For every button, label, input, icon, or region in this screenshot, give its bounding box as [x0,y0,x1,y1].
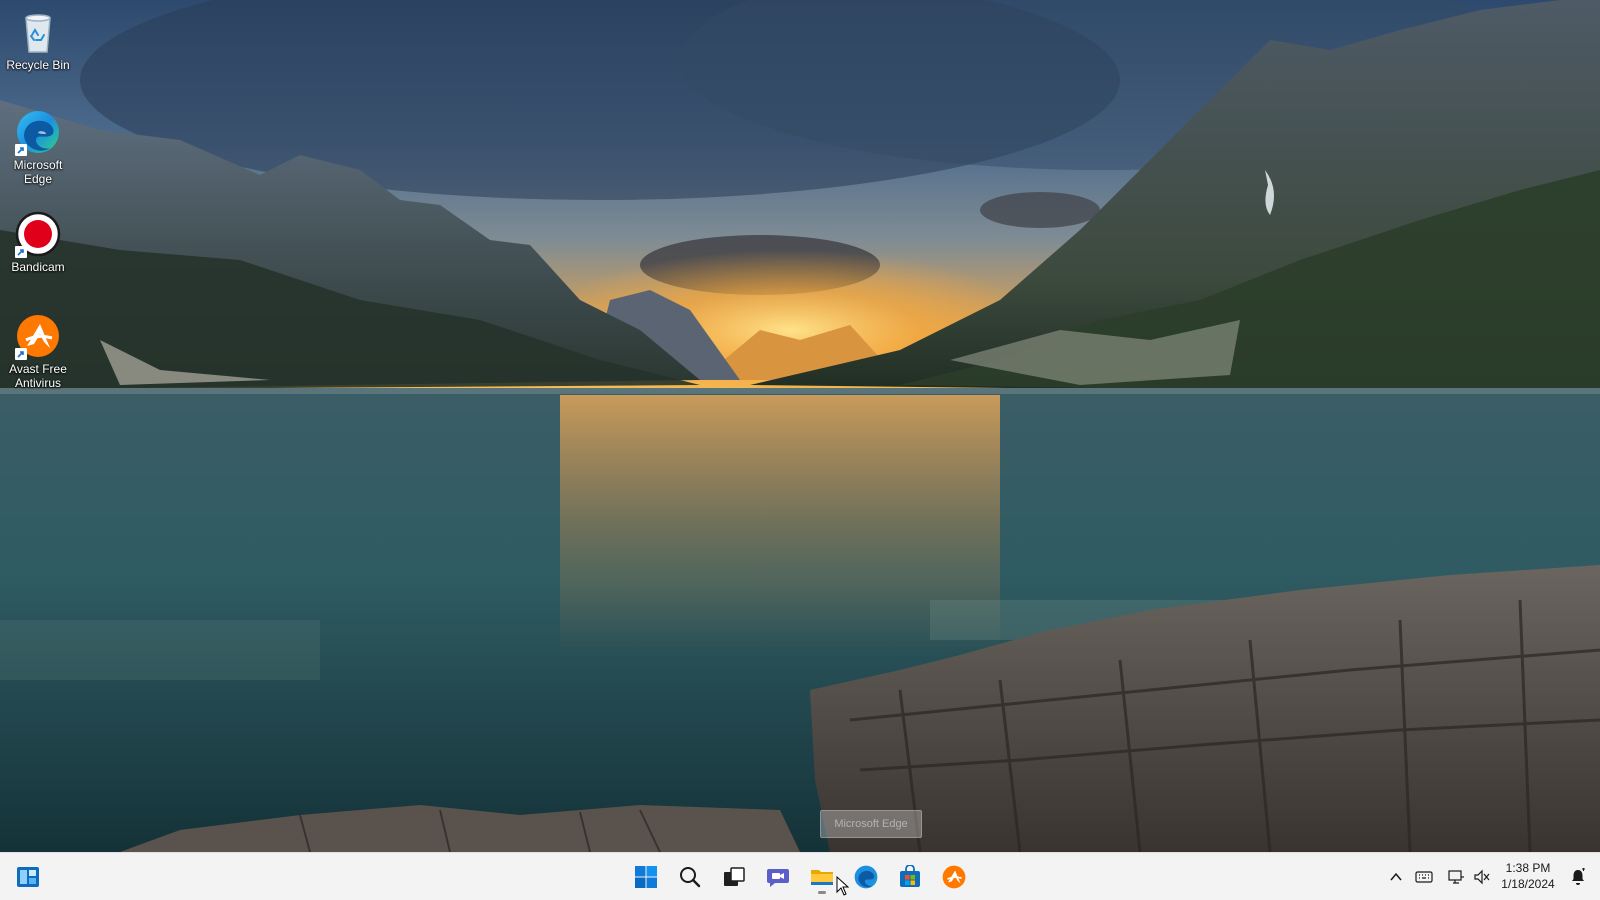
desktop-icon-avast[interactable]: Avast Free Antivirus [2,312,74,390]
recycle-bin-icon [25,14,51,53]
desktop-screen: Recycle Bin Microsoft Edge Bandicam Avas… [0,0,1600,900]
network-icon [1448,870,1464,884]
windows-logo-icon [635,866,657,888]
shortcut-arrow-icon [15,144,27,156]
start-button[interactable] [628,859,664,895]
file-explorer-button[interactable] [804,859,840,895]
desktop-icon-label: Microsoft Edge [13,158,63,186]
notification-center-button[interactable] [1568,867,1588,887]
volume-icon [1474,869,1490,885]
task-view-button[interactable] [716,859,752,895]
microsoft-edge-button[interactable] [848,859,884,895]
chevron-up-icon [1390,872,1402,881]
desktop-icon-label: Bandicam [11,260,65,274]
desktop-icon-label: Avast Free Antivirus [9,362,67,390]
search-button[interactable] [672,859,708,895]
clock-date: 1/18/2024 [1501,877,1555,891]
desktop-icon-label: Recycle Bin [6,58,70,72]
show-hidden-icons-button[interactable] [1386,867,1406,887]
avast-icon [942,865,966,889]
taskbar: 1:38 PM 1/18/2024 [0,852,1600,900]
edge-icon [854,865,878,889]
network-button[interactable] [1446,867,1466,887]
clock-time: 1:38 PM [1505,861,1551,875]
widgets-button[interactable] [10,859,46,895]
desktop-icon-recycle-bin[interactable]: Recycle Bin [2,8,74,72]
desktop-icon-microsoft-edge[interactable]: Microsoft Edge [2,108,74,186]
keyboard-button[interactable] [1414,867,1434,887]
widgets-icon [17,867,39,887]
notification-bell-icon [1572,868,1585,885]
shortcut-arrow-icon [15,348,27,360]
folder-icon [811,870,833,885]
chat-icon [767,869,789,887]
taskbar-tooltip: Microsoft Edge [820,810,922,838]
desktop-wallpaper [0,0,1600,852]
shortcut-arrow-icon [15,246,27,258]
mouse-cursor [836,875,850,896]
volume-button[interactable] [1472,867,1492,887]
search-icon [680,867,701,888]
avast-button[interactable] [936,859,972,895]
keyboard-icon [1415,871,1433,883]
microsoft-store-button[interactable] [892,859,928,895]
cursor-arrow-icon [836,875,850,896]
desktop-icon-bandicam[interactable]: Bandicam [2,210,74,274]
chat-button[interactable] [760,859,796,895]
store-icon [900,865,920,887]
clock[interactable]: 1:38 PM 1/18/2024 [1492,860,1564,892]
task-view-icon [724,867,745,886]
